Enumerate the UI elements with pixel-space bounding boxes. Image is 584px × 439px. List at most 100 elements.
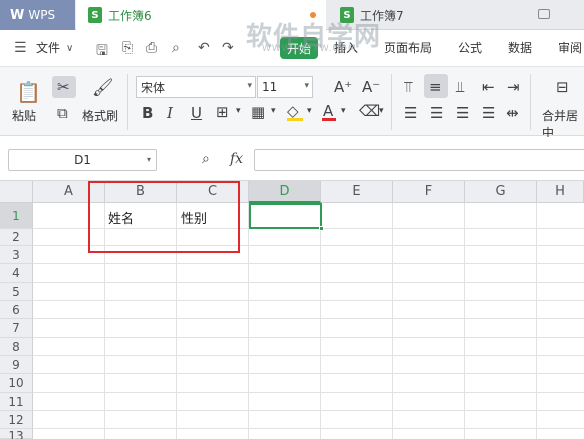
align-bottom-icon[interactable]: ⫫	[456, 78, 464, 96]
ribbon-divider	[391, 74, 392, 130]
menu-start[interactable]: 开始	[280, 37, 318, 59]
border-icon[interactable]: ⊞	[216, 103, 229, 121]
row-header-6[interactable]: 6	[0, 301, 33, 319]
spreadsheet-grid: A B C D E F G H 1 2 3 4 5 6 7 8 9 10 11 …	[0, 181, 584, 439]
undo-icon[interactable]: ↶	[198, 40, 210, 56]
merge-center-icon[interactable]: ⊟	[556, 78, 569, 96]
indent-increase-icon[interactable]: ⇥	[507, 78, 520, 96]
decrease-font-icon[interactable]: A⁻	[362, 78, 380, 96]
save-icon[interactable]: 🖫	[96, 40, 108, 64]
chevron-down-icon[interactable]: ∨	[66, 43, 73, 54]
format-painter-button[interactable]: 格式刷	[82, 107, 118, 124]
active-cell-d1[interactable]	[249, 203, 324, 231]
window-restore-icon[interactable]	[538, 9, 550, 19]
chevron-down-icon: ▾	[247, 81, 252, 91]
row-header-12[interactable]: 12	[0, 411, 33, 429]
merge-center-button[interactable]: 合并居中	[542, 107, 584, 141]
row-header-5[interactable]: 5	[0, 283, 33, 301]
name-box[interactable]: D1 ▾	[8, 149, 157, 171]
increase-font-icon[interactable]: A⁺	[334, 78, 352, 96]
chevron-down-icon[interactable]: ▾	[271, 106, 276, 116]
col-header-g[interactable]: G	[465, 181, 537, 203]
bold-button[interactable]: B	[142, 104, 153, 122]
grid-line	[33, 428, 584, 429]
chevron-down-icon: ▾	[304, 81, 309, 91]
row-header-2[interactable]: 2	[0, 229, 33, 246]
grid-line	[464, 203, 465, 439]
zoom-search-icon[interactable]: ⌕	[202, 151, 210, 167]
font-color-swatch	[322, 118, 336, 121]
menu-review[interactable]: 审阅	[558, 39, 582, 56]
underline-button[interactable]: U	[191, 104, 202, 122]
name-box-value: D1	[74, 153, 91, 167]
align-middle-icon: ≡	[429, 78, 442, 96]
clear-format-icon[interactable]: ⌫	[359, 102, 380, 120]
col-header-h[interactable]: H	[537, 181, 584, 203]
copy-icon[interactable]: ⧉	[57, 104, 68, 122]
row-header-7[interactable]: 7	[0, 319, 33, 338]
redo-icon[interactable]: ↷	[222, 40, 234, 56]
menu-formula[interactable]: 公式	[458, 39, 482, 56]
export-pdf-icon[interactable]: ⎘	[122, 40, 133, 56]
align-center-icon[interactable]: ☰	[430, 104, 443, 122]
ribbon-divider	[127, 74, 128, 130]
cell-style-icon[interactable]: ▦	[251, 103, 265, 121]
spreadsheet-doc-icon: S	[340, 7, 354, 23]
distribute-icon[interactable]: ⇹	[506, 104, 519, 122]
wps-home-tab[interactable]: W WPS	[0, 0, 75, 30]
col-header-d[interactable]: D	[249, 181, 321, 203]
row-header-1[interactable]: 1	[0, 203, 33, 229]
grid-line	[320, 203, 321, 439]
format-painter-icon[interactable]: 🖌	[92, 78, 114, 98]
grid-line	[33, 263, 584, 264]
paste-button[interactable]: 粘贴	[12, 107, 36, 124]
italic-button[interactable]: I	[167, 104, 173, 122]
fx-icon[interactable]: fx	[230, 151, 243, 167]
grid-line	[33, 410, 584, 411]
font-name-select[interactable]: 宋体 ▾	[136, 76, 256, 98]
col-header-e[interactable]: E	[321, 181, 393, 203]
grid-line	[392, 203, 393, 439]
grid-line	[33, 318, 584, 319]
indent-decrease-icon[interactable]: ⇤	[482, 78, 495, 96]
col-header-f[interactable]: F	[393, 181, 465, 203]
wps-logo-icon: W	[10, 7, 25, 23]
wps-label: WPS	[28, 8, 56, 22]
hamburger-menu-icon[interactable]: ☰	[14, 40, 27, 56]
grid-line	[33, 373, 584, 374]
menu-insert[interactable]: 插入	[334, 39, 358, 56]
tab-workbook6-label: 工作簿6	[108, 8, 152, 23]
align-right-icon[interactable]: ☰	[456, 104, 469, 122]
paste-icon[interactable]: 📋	[16, 80, 41, 104]
font-name-value: 宋体	[141, 80, 166, 95]
chevron-down-icon[interactable]: ▾	[236, 106, 241, 116]
chevron-down-icon[interactable]: ▾	[341, 106, 346, 116]
formula-input[interactable]	[254, 149, 584, 171]
row-header-8[interactable]: 8	[0, 338, 33, 356]
menu-file[interactable]: 文件	[36, 39, 60, 56]
print-preview-icon[interactable]: ⌕	[172, 40, 180, 56]
ribbon-divider	[530, 74, 531, 130]
row-header-10[interactable]: 10	[0, 374, 33, 393]
justify-icon[interactable]: ☰	[482, 104, 495, 122]
grid-line	[33, 337, 584, 338]
row-header-3[interactable]: 3	[0, 246, 33, 264]
align-top-icon[interactable]: ⫪	[404, 78, 412, 96]
row-header-11[interactable]: 11	[0, 393, 33, 411]
scissors-icon: ✂	[57, 78, 70, 96]
menu-data[interactable]: 数据	[508, 39, 532, 56]
row-header-9[interactable]: 9	[0, 356, 33, 374]
grid-line	[536, 203, 537, 439]
tab-workbook7[interactable]: S 工作簿7	[328, 0, 538, 30]
fill-handle[interactable]	[319, 226, 324, 231]
align-left-icon[interactable]: ☰	[404, 104, 417, 122]
row-header-13[interactable]: 13	[0, 429, 33, 439]
chevron-down-icon[interactable]: ▾	[379, 106, 384, 116]
font-size-select[interactable]: 11 ▾	[257, 76, 313, 98]
chevron-down-icon[interactable]: ▾	[307, 106, 312, 116]
print-icon[interactable]: ⎙	[146, 40, 157, 56]
row-header-4[interactable]: 4	[0, 264, 33, 283]
select-all-corner[interactable]	[0, 181, 33, 203]
menu-page-layout[interactable]: 页面布局	[384, 39, 432, 56]
tab-workbook6[interactable]: S 工作簿6	[76, 0, 326, 30]
